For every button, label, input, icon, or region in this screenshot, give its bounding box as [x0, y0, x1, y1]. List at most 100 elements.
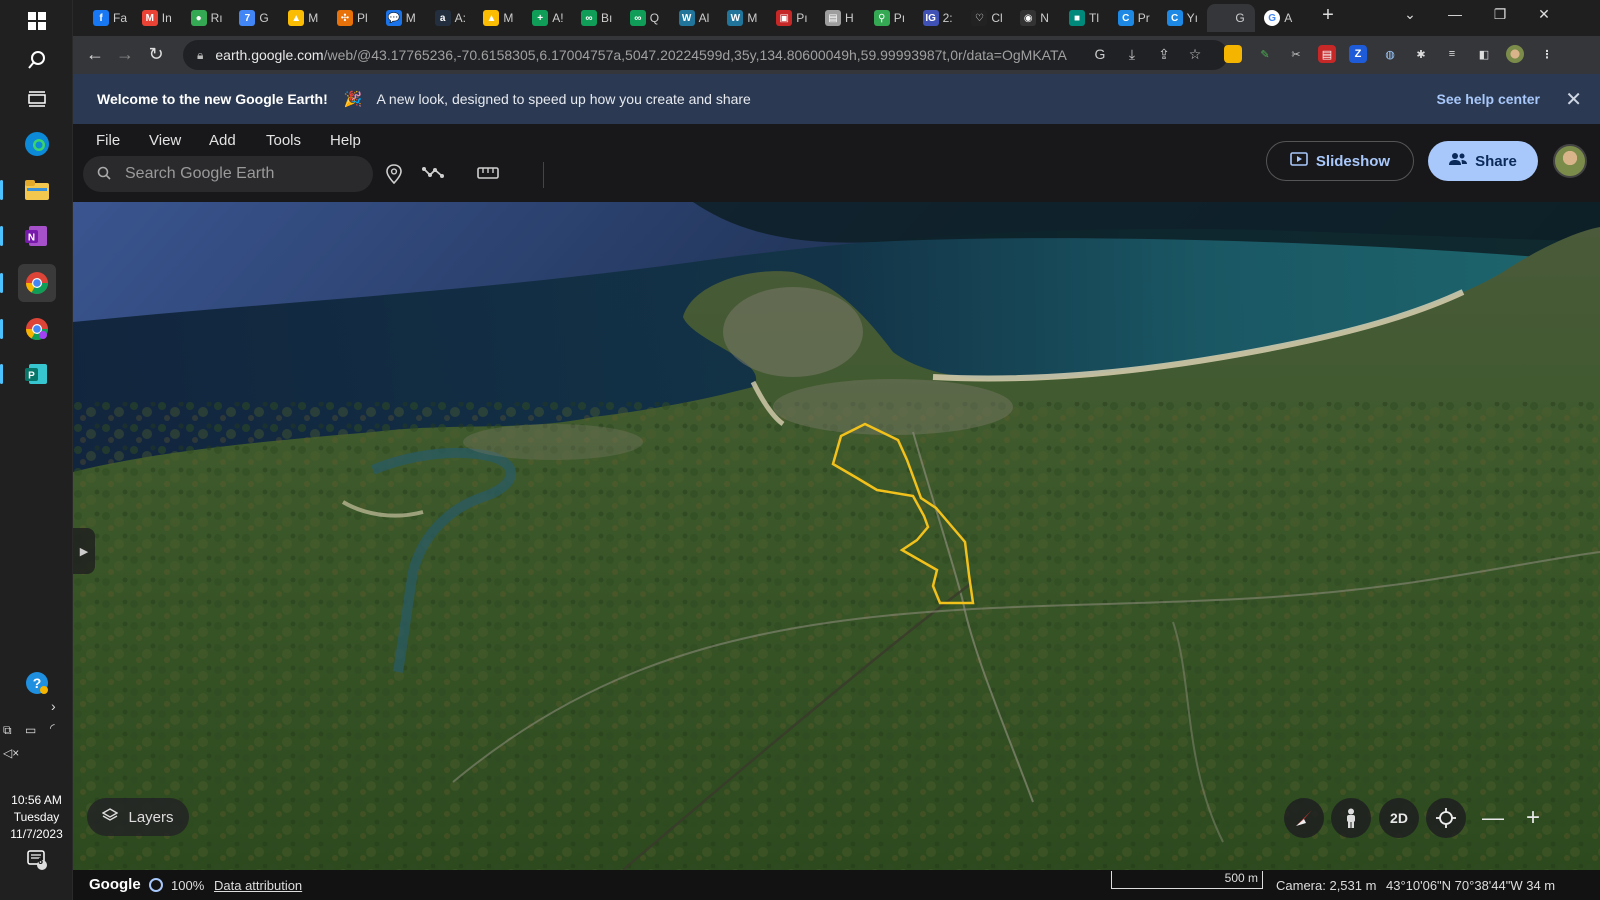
- onenote-icon[interactable]: N: [18, 217, 56, 255]
- file-explorer-icon[interactable]: [18, 171, 56, 209]
- help-icon[interactable]: ?: [18, 664, 56, 702]
- share-button[interactable]: Share: [1428, 141, 1538, 181]
- browser-tab[interactable]: WM: [719, 4, 767, 32]
- reload-icon[interactable]: ↻: [144, 44, 168, 65]
- google-lens-icon[interactable]: G: [1091, 46, 1109, 62]
- slideshow-button[interactable]: Slideshow: [1266, 141, 1414, 181]
- data-attribution-link[interactable]: Data attribution: [214, 878, 302, 893]
- browser-tab[interactable]: ▲ M: [280, 4, 328, 32]
- profile-avatar-icon[interactable]: [1506, 45, 1524, 63]
- browser-tab[interactable]: IG 2:: [915, 4, 963, 32]
- chrome-icon[interactable]: [18, 310, 56, 348]
- pegman-icon[interactable]: [1331, 798, 1371, 838]
- battery-icon[interactable]: ▭: [25, 723, 36, 737]
- github-icon: ◉: [1020, 10, 1037, 26]
- search-input[interactable]: [125, 165, 345, 183]
- zoom-in-icon[interactable]: +: [1513, 798, 1553, 838]
- browser-tab[interactable]: ∞ Bı: [573, 4, 621, 32]
- meet-now-icon[interactable]: ⧉: [3, 723, 12, 738]
- browser-tab[interactable]: 💬 M: [378, 4, 426, 32]
- menu-help[interactable]: Help: [330, 132, 361, 149]
- speaker-muted-icon[interactable]: ◁×: [3, 746, 19, 760]
- side-panel-icon[interactable]: ◧: [1475, 45, 1493, 63]
- restore-icon[interactable]: ❐: [1485, 6, 1515, 23]
- browser-tab[interactable]: 7G: [231, 4, 279, 32]
- chrome-profile-icon[interactable]: [18, 264, 56, 302]
- edge-icon[interactable]: [18, 125, 56, 163]
- add-placemark-icon[interactable]: [381, 164, 407, 189]
- reading-list-icon[interactable]: ≡: [1443, 45, 1461, 63]
- google-icon: G: [1264, 10, 1281, 26]
- share-page-icon[interactable]: ⇪: [1155, 46, 1173, 63]
- install-app-icon[interactable]: ⤓: [1123, 46, 1141, 63]
- camera-altitude: Camera: 2,531 m: [1276, 878, 1377, 893]
- heart-icon: ♡: [971, 10, 988, 26]
- extension-z-icon[interactable]: Z: [1349, 45, 1367, 63]
- browser-tab[interactable]: ∞ Q: [622, 4, 670, 32]
- browser-tab[interactable]: W Al: [671, 4, 719, 32]
- search-bar[interactable]: [83, 156, 373, 192]
- extensions-puzzle-icon[interactable]: ✱: [1412, 45, 1430, 63]
- ruler-icon[interactable]: [475, 164, 501, 185]
- chevron-right-icon[interactable]: ›: [51, 698, 56, 714]
- search-icon[interactable]: [18, 41, 56, 79]
- browser-tab[interactable]: C Yı: [1159, 4, 1207, 32]
- browser-tab[interactable]: ● Rı: [183, 4, 231, 32]
- browser-tab[interactable]: ⚲ Pı: [866, 4, 914, 32]
- extension-tools-icon[interactable]: ✂: [1287, 45, 1305, 63]
- help-center-link[interactable]: See help center: [1437, 91, 1541, 107]
- close-banner-icon[interactable]: ✕: [1565, 87, 1582, 112]
- toggle-2d-button[interactable]: 2D: [1379, 798, 1419, 838]
- minimize-icon[interactable]: —: [1440, 6, 1470, 22]
- wifi-icon[interactable]: ◜: [50, 721, 55, 735]
- browser-tab[interactable]: ■ Tl: [1061, 4, 1109, 32]
- browser-tab[interactable]: ▣ Pı: [768, 4, 816, 32]
- extension-clipper-icon[interactable]: ▤: [1318, 45, 1336, 63]
- browser-tab[interactable]: ▤ H: [817, 4, 865, 32]
- slideshow-icon: [1290, 152, 1308, 170]
- compass-icon[interactable]: [1284, 798, 1324, 838]
- browser-tab[interactable]: ♡ Cl: [963, 4, 1011, 32]
- task-view-icon[interactable]: [18, 80, 56, 118]
- browser-tab[interactable]: a A:: [427, 4, 475, 32]
- menu-add[interactable]: Add: [209, 132, 236, 149]
- c-circle-icon: C: [1166, 10, 1183, 26]
- browser-tab[interactable]: f Fa: [85, 4, 133, 32]
- draw-path-icon[interactable]: [420, 164, 446, 185]
- scale-bar[interactable]: 500 m: [1111, 871, 1263, 889]
- back-arrow-icon[interactable]: ←: [83, 44, 107, 65]
- menu-file[interactable]: File: [96, 132, 120, 149]
- my-location-icon[interactable]: [1426, 798, 1466, 838]
- browser-tab[interactable]: C Pr: [1110, 4, 1158, 32]
- browser-tab[interactable]: ◉ N: [1012, 4, 1060, 32]
- earth-3d-view[interactable]: ▶ Layers 2D — +: [73, 202, 1600, 870]
- browser-tab[interactable]: G✕: [1207, 4, 1256, 32]
- publisher-icon[interactable]: P: [18, 355, 56, 393]
- address-bar[interactable]: 🔒︎ earth.google.com/web/@43.17765236,-70…: [183, 40, 1228, 70]
- expand-panel-icon[interactable]: ▶: [73, 528, 95, 574]
- zoom-out-icon[interactable]: —: [1473, 798, 1513, 838]
- extension-keep-icon[interactable]: [1224, 45, 1242, 63]
- new-tab-plus-icon[interactable]: +: [1313, 4, 1343, 27]
- layers-button[interactable]: Layers: [87, 798, 189, 836]
- chrome-menu-icon[interactable]: ⋮: [1538, 45, 1556, 63]
- windows-start-icon[interactable]: [18, 2, 56, 40]
- tab-search-chevron-icon[interactable]: ⌄: [1395, 6, 1425, 23]
- browser-tab[interactable]: + A!: [524, 4, 572, 32]
- close-window-icon[interactable]: ✕: [1529, 6, 1559, 23]
- extension-pen-icon[interactable]: ✎: [1256, 45, 1274, 63]
- browser-tab[interactable]: M In: [134, 4, 182, 32]
- tab-title: Pı: [893, 11, 906, 25]
- forward-arrow-icon[interactable]: →: [113, 44, 137, 65]
- user-avatar[interactable]: [1553, 144, 1587, 178]
- browser-tab[interactable]: ✣ Pl: [329, 4, 377, 32]
- extension-globe-icon[interactable]: ◍: [1381, 45, 1399, 63]
- menu-view[interactable]: View: [149, 132, 181, 149]
- taskbar-clock[interactable]: 10:56 AM Tuesday 11/7/2023: [0, 792, 73, 843]
- browser-tab[interactable]: GA: [1256, 4, 1304, 32]
- browser-tab[interactable]: ▲ M: [475, 4, 523, 32]
- notifications-icon[interactable]: 6: [18, 840, 56, 878]
- bookmark-star-icon[interactable]: ☆: [1186, 46, 1204, 63]
- windows-taskbar: N P ? › ⧉ ▭ ◜ ◁× 10:56 AM Tuesday 11/7/2…: [0, 0, 73, 900]
- menu-tools[interactable]: Tools: [266, 132, 301, 149]
